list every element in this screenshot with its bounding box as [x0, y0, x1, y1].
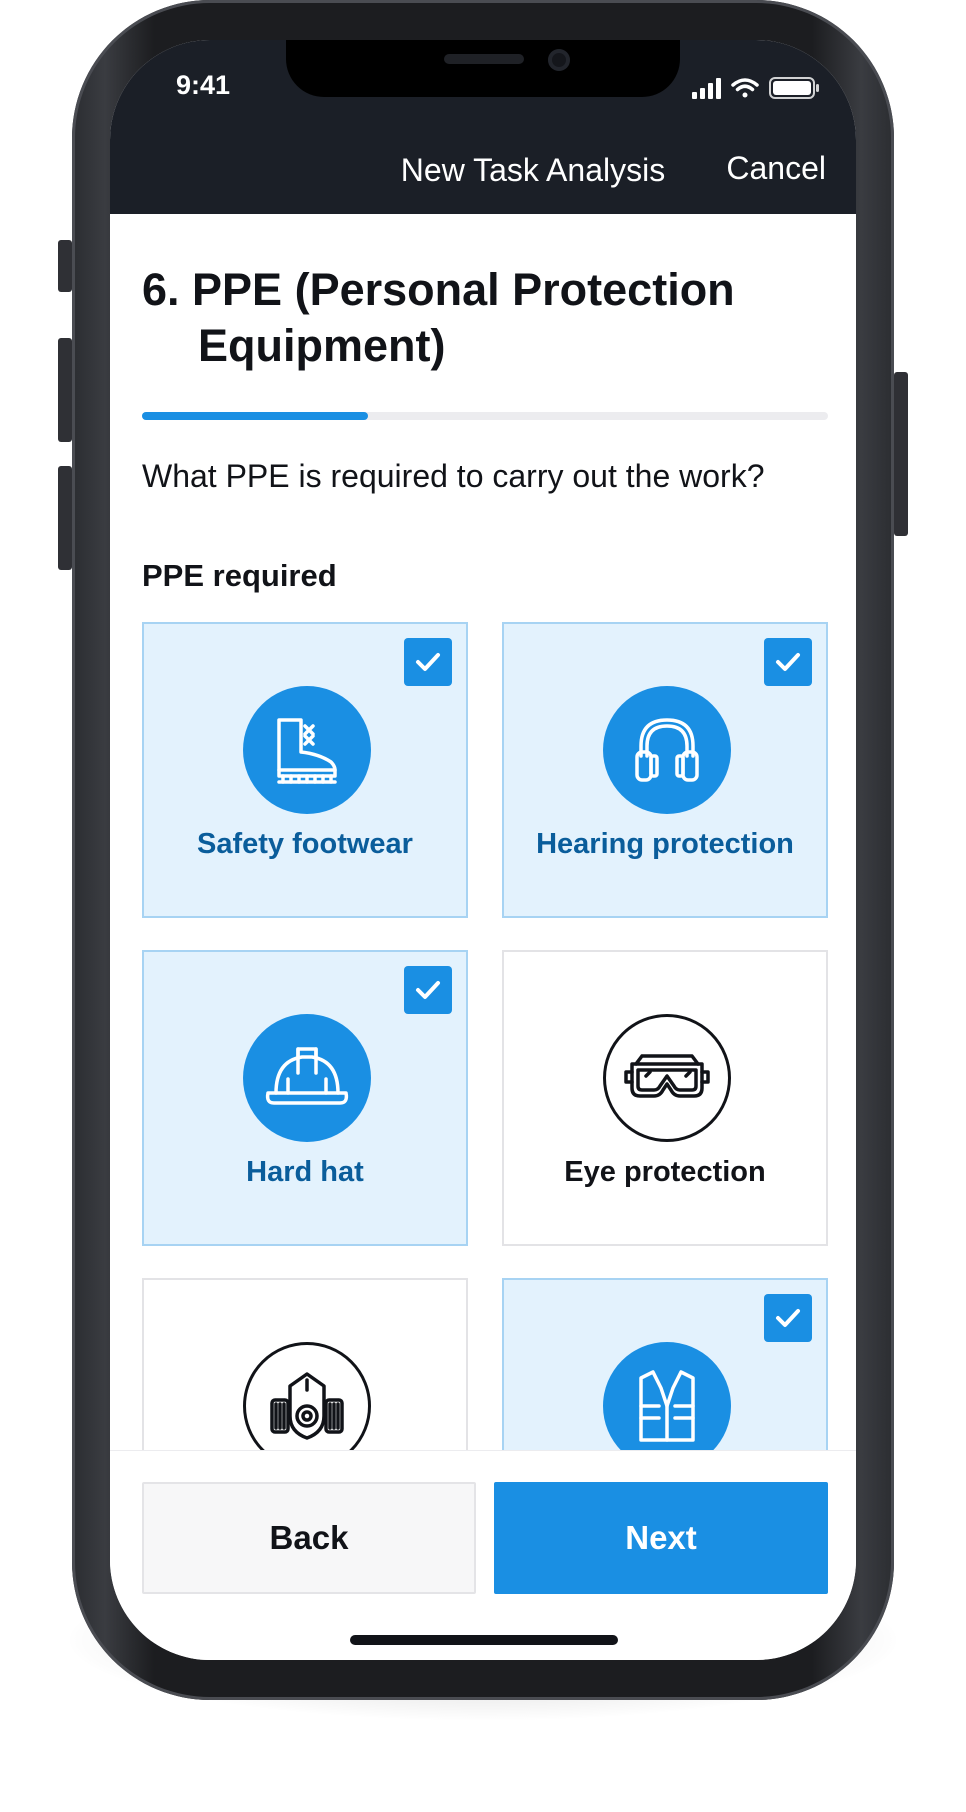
battery-icon: [769, 77, 819, 99]
back-button[interactable]: Back: [142, 1482, 476, 1594]
boot-icon: [243, 686, 371, 814]
ppe-card-label: Hearing protection: [536, 828, 794, 860]
goggles-icon: [603, 1014, 731, 1142]
content-area[interactable]: 6. PPE (Personal Protection Equipment) W…: [110, 214, 856, 1482]
ppe-card-hearing-protection[interactable]: Hearing protection: [502, 622, 828, 918]
notch: [286, 40, 680, 97]
checkbox-checked-icon[interactable]: [764, 638, 812, 686]
silent-switch: [58, 240, 72, 292]
step-question: What PPE is required to carry out the wo…: [142, 458, 765, 494]
ppe-section-label: PPE required: [142, 558, 337, 593]
navigation-bar: 9:41 New Task Analysis Cancel: [110, 40, 856, 214]
next-button[interactable]: Next: [494, 1482, 828, 1594]
speaker-grille: [444, 54, 524, 64]
phone-screen: 9:41 New Task Analysis Cancel 6. PPE (Pe…: [110, 40, 856, 1660]
home-indicator: [350, 1635, 618, 1645]
checkbox-checked-icon[interactable]: [404, 638, 452, 686]
ppe-card-label: Eye protection: [564, 1156, 766, 1188]
ppe-card-safety-footwear[interactable]: Safety footwear: [142, 622, 468, 918]
ppe-card-hard-hat[interactable]: Hard hat: [142, 950, 468, 1246]
ppe-card-eye-protection[interactable]: Eye protection: [502, 950, 828, 1246]
progress-bar: [142, 412, 828, 420]
wifi-icon: [731, 78, 759, 98]
ppe-card-label: Safety footwear: [197, 828, 413, 860]
status-icons: [692, 76, 824, 100]
cancel-button[interactable]: Cancel: [726, 150, 826, 187]
power-button: [894, 372, 908, 536]
checkbox-checked-icon[interactable]: [404, 966, 452, 1014]
volume-down-button: [58, 466, 72, 570]
progress-fill: [142, 412, 369, 420]
status-time: 9:41: [176, 70, 231, 100]
ppe-card-label: Hard hat: [246, 1156, 364, 1188]
footer-bar: Back Next: [110, 1450, 856, 1660]
signal-icon: [692, 78, 721, 99]
headphones-icon: [603, 686, 731, 814]
front-camera: [548, 49, 570, 71]
checkbox-checked-icon[interactable]: [764, 1294, 812, 1342]
volume-up-button: [58, 338, 72, 442]
step-title: 6. PPE (Personal Protection Equipment): [142, 264, 735, 371]
hard-hat-icon: [243, 1014, 371, 1142]
